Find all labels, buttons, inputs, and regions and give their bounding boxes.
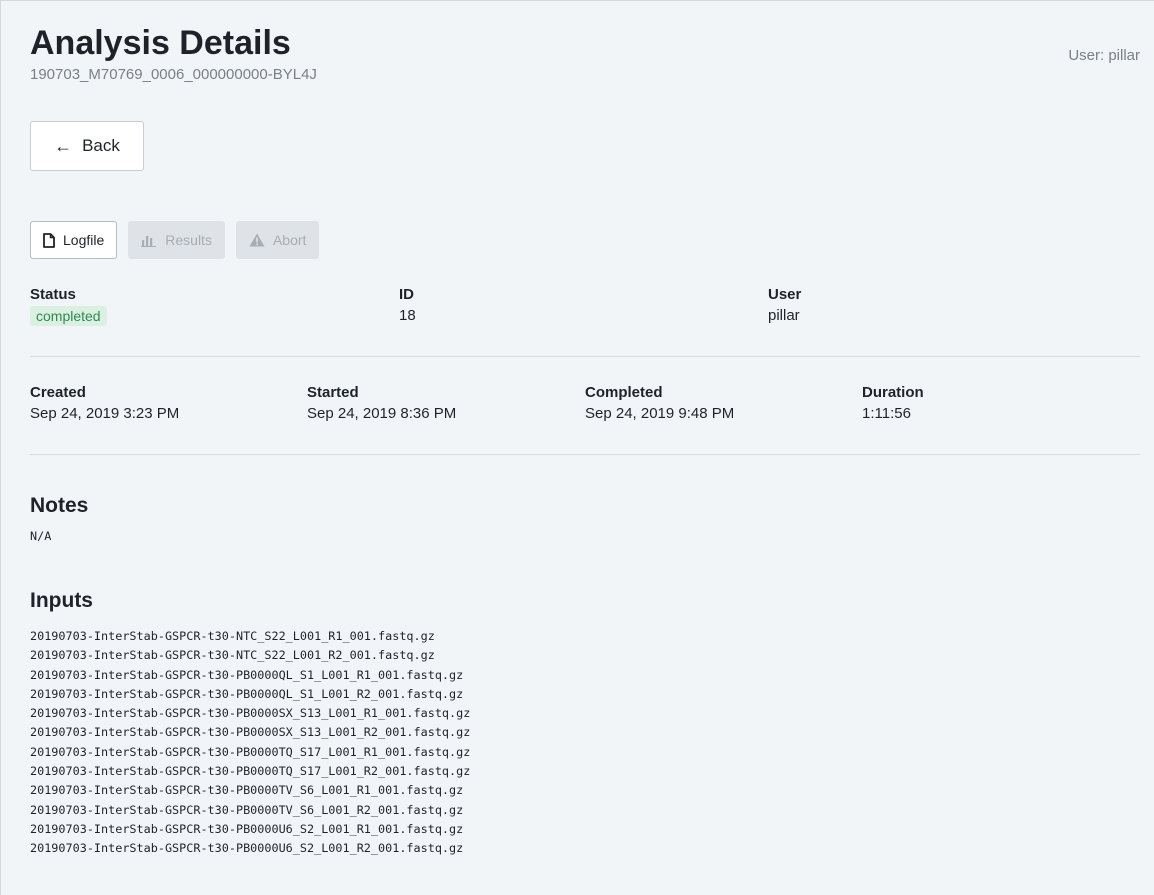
- duration-label: Duration: [862, 384, 924, 401]
- input-file-item: 20190703-InterStab-GSPCR-t30-PB0000QL_S1…: [30, 667, 464, 682]
- run-name: 190703_M70769_0006_000000000-BYL4J: [30, 66, 317, 83]
- status-field: Status completed: [30, 286, 107, 326]
- started-value: Sep 24, 2019 8:36 PM: [307, 405, 457, 422]
- divider: [30, 454, 1140, 455]
- id-value: 18: [399, 307, 416, 324]
- user-value: pillar: [768, 307, 800, 324]
- input-file-item: 20190703-InterStab-GSPCR-t30-PB0000SX_S1…: [30, 706, 471, 721]
- analysis-details-page: Analysis Details 190703_M70769_0006_0000…: [0, 0, 1154, 895]
- status-label: Status: [30, 286, 76, 303]
- page-header: Analysis Details 190703_M70769_0006_0000…: [30, 23, 317, 85]
- input-file-item: 20190703-InterStab-GSPCR-t30-PB0000U6_S2…: [30, 841, 464, 856]
- status-badge: completed: [30, 306, 107, 326]
- id-label: ID: [399, 286, 414, 303]
- results-button-label: Results: [165, 232, 212, 248]
- logfile-button-label: Logfile: [63, 232, 105, 248]
- input-file-item: 20190703-InterStab-GSPCR-t30-NTC_S22_L00…: [30, 648, 435, 663]
- logfile-button[interactable]: Logfile: [30, 221, 118, 259]
- inputs-heading: Inputs: [30, 589, 93, 612]
- action-toolbar: Logfile Results Abort: [30, 221, 320, 259]
- notes-heading: Notes: [30, 494, 89, 517]
- current-user: User: pillar: [1068, 47, 1140, 64]
- abort-button[interactable]: Abort: [235, 221, 320, 259]
- user-field: User pillar: [768, 286, 801, 326]
- abort-button-label: Abort: [272, 232, 307, 248]
- completed-label: Completed: [585, 384, 663, 401]
- back-button-label: Back: [82, 136, 120, 155]
- document-icon: [43, 232, 55, 248]
- started-field: Started Sep 24, 2019 8:36 PM: [307, 384, 456, 424]
- input-file-item: 20190703-InterStab-GSPCR-t30-PB0000QL_S1…: [30, 686, 464, 701]
- notes-value: N/A: [30, 529, 52, 543]
- input-file-item: 20190703-InterStab-GSPCR-t30-PB0000TV_S6…: [30, 802, 464, 817]
- input-file-item: 20190703-InterStab-GSPCR-t30-PB0000SX_S1…: [30, 725, 471, 740]
- created-label: Created: [30, 384, 86, 401]
- input-file-item: 20190703-InterStab-GSPCR-t30-PB0000TQ_S1…: [30, 744, 471, 759]
- divider: [30, 356, 1140, 357]
- inputs-list: 20190703-InterStab-GSPCR-t30-NTC_S22_L00…: [30, 627, 470, 859]
- page-title: Analysis Details: [30, 24, 291, 62]
- duration-value: 1:11:56: [862, 405, 911, 422]
- back-button[interactable]: ← Back: [30, 121, 144, 171]
- started-label: Started: [307, 384, 359, 401]
- created-value: Sep 24, 2019 3:23 PM: [30, 405, 180, 422]
- duration-field: Duration 1:11:56: [862, 384, 924, 424]
- input-file-item: 20190703-InterStab-GSPCR-t30-PB0000TQ_S1…: [30, 764, 471, 779]
- created-field: Created Sep 24, 2019 3:23 PM: [30, 384, 179, 424]
- arrow-left-icon: ←: [54, 135, 73, 156]
- completed-field: Completed Sep 24, 2019 9:48 PM: [585, 384, 734, 424]
- id-field: ID 18: [399, 286, 416, 326]
- results-button[interactable]: Results: [128, 221, 225, 259]
- bar-chart-icon: [141, 234, 157, 247]
- input-file-item: 20190703-InterStab-GSPCR-t30-PB0000TV_S6…: [30, 783, 464, 798]
- completed-value: Sep 24, 2019 9:48 PM: [585, 405, 735, 422]
- input-file-item: 20190703-InterStab-GSPCR-t30-NTC_S22_L00…: [30, 629, 435, 643]
- input-file-item: 20190703-InterStab-GSPCR-t30-PB0000U6_S2…: [30, 821, 464, 836]
- user-label: User: [768, 286, 802, 303]
- warning-icon: [249, 233, 265, 247]
